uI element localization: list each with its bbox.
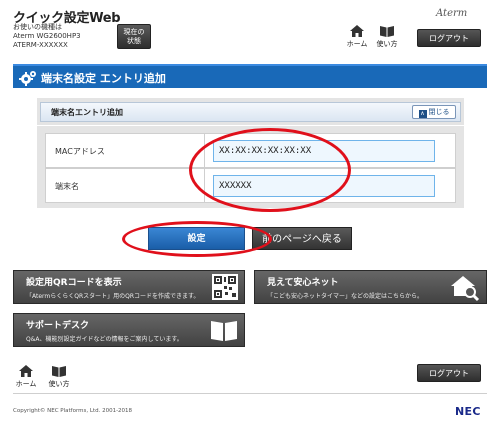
home-button[interactable]: ホーム xyxy=(344,24,370,52)
home-icon xyxy=(350,25,364,37)
footer-home-button[interactable]: ホーム xyxy=(13,364,39,392)
footer-logout-button[interactable]: ログアウト xyxy=(417,364,481,382)
panel-title: 端末名エントリ追加 xyxy=(51,108,123,117)
footer-guide-button[interactable]: 使い方 xyxy=(46,364,72,392)
mieru-anshin-net-tile[interactable]: 見えて安心ネット 「こども安心ネットタイマー」などの設定はこちらから。 xyxy=(254,270,487,304)
model-name: Aterm WG2600HP3 xyxy=(13,32,81,40)
chevron-up-icon: ∧ xyxy=(418,110,427,118)
nec-logo: NEC xyxy=(455,405,481,418)
house-search-icon xyxy=(451,276,480,302)
logout-button[interactable]: ログアウト xyxy=(417,29,481,47)
highlight-ellipse-inputs xyxy=(189,128,351,212)
qr-code-tile[interactable]: 設定用QRコードを表示 「AtermらくらくQRスタート」用のQRコードを作成で… xyxy=(13,270,245,304)
book-icon xyxy=(380,26,394,37)
header: クイック設定Web お使いの機種は Aterm WG2600HP3 ATERM-… xyxy=(0,0,500,58)
home-icon xyxy=(19,365,33,377)
copyright: Copyright© NEC Platforms, Ltd. 2001-2018 xyxy=(13,408,133,414)
close-button[interactable]: ∧ 閉じる xyxy=(412,105,456,119)
gear-icon xyxy=(19,71,36,86)
book-icon xyxy=(211,321,237,341)
device-name-label: 端末名 xyxy=(45,168,205,203)
footer-divider xyxy=(13,393,487,394)
mac-address-label: MACアドレス xyxy=(45,133,205,168)
device-id: ATERM-XXXXXX xyxy=(13,41,68,49)
support-desk-tile[interactable]: サポートデスク Q&A、機能別設定ガイドなどの情報をご案内しています。 xyxy=(13,313,245,347)
book-icon xyxy=(52,366,66,377)
page-title: 端末名設定 エントリ追加 xyxy=(41,72,166,85)
aterm-logo: Aterm xyxy=(436,8,468,19)
panel-header: 端末名エントリ追加 ∧ 閉じる xyxy=(37,98,464,126)
current-status-button[interactable]: 現在の 状態 xyxy=(117,24,151,49)
section-bar: 端末名設定 エントリ追加 xyxy=(13,64,487,88)
highlight-ellipse-set xyxy=(122,221,272,257)
model-info: お使いの機種は Aterm WG2600HP3 ATERM-XXXXXX xyxy=(13,23,81,50)
qr-code-icon xyxy=(212,274,238,300)
model-label: お使いの機種は xyxy=(13,23,62,31)
guide-button[interactable]: 使い方 xyxy=(374,24,400,52)
